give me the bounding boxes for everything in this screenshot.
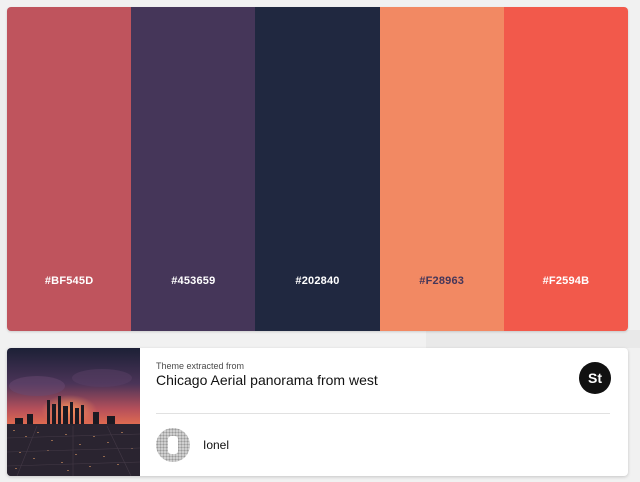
swatch-hex-label[interactable]: #453659 xyxy=(131,275,255,287)
divider xyxy=(156,413,610,414)
color-palette: #BF545D #453659 #202840 #F28963 #F2594B xyxy=(7,7,628,331)
color-swatch-4[interactable]: #F28963 xyxy=(379,7,504,331)
background-panel xyxy=(426,330,640,348)
source-image-thumbnail[interactable] xyxy=(7,348,140,476)
swatch-hex-label[interactable]: #F28963 xyxy=(380,275,504,287)
theme-source-title[interactable]: Chicago Aerial panorama from west xyxy=(156,372,378,388)
background-panel xyxy=(0,60,7,290)
swatch-hex-label[interactable]: #F2594B xyxy=(504,275,628,287)
user-avatar[interactable] xyxy=(156,428,190,462)
swatch-hex-label[interactable]: #202840 xyxy=(255,275,379,287)
user-name[interactable]: Ionel xyxy=(203,438,229,452)
color-swatch-1[interactable]: #BF545D xyxy=(7,7,132,331)
theme-caption: Theme extracted from xyxy=(156,361,245,371)
color-swatch-2[interactable]: #453659 xyxy=(131,7,256,331)
theme-info-card: Theme extracted from Chicago Aerial pano… xyxy=(7,348,628,476)
avatar-placeholder-icon xyxy=(168,436,178,454)
adobe-stock-icon[interactable]: St xyxy=(579,362,611,394)
color-swatch-3[interactable]: #202840 xyxy=(255,7,380,331)
color-swatch-5[interactable]: #F2594B xyxy=(503,7,628,331)
swatch-hex-label[interactable]: #BF545D xyxy=(7,275,131,287)
